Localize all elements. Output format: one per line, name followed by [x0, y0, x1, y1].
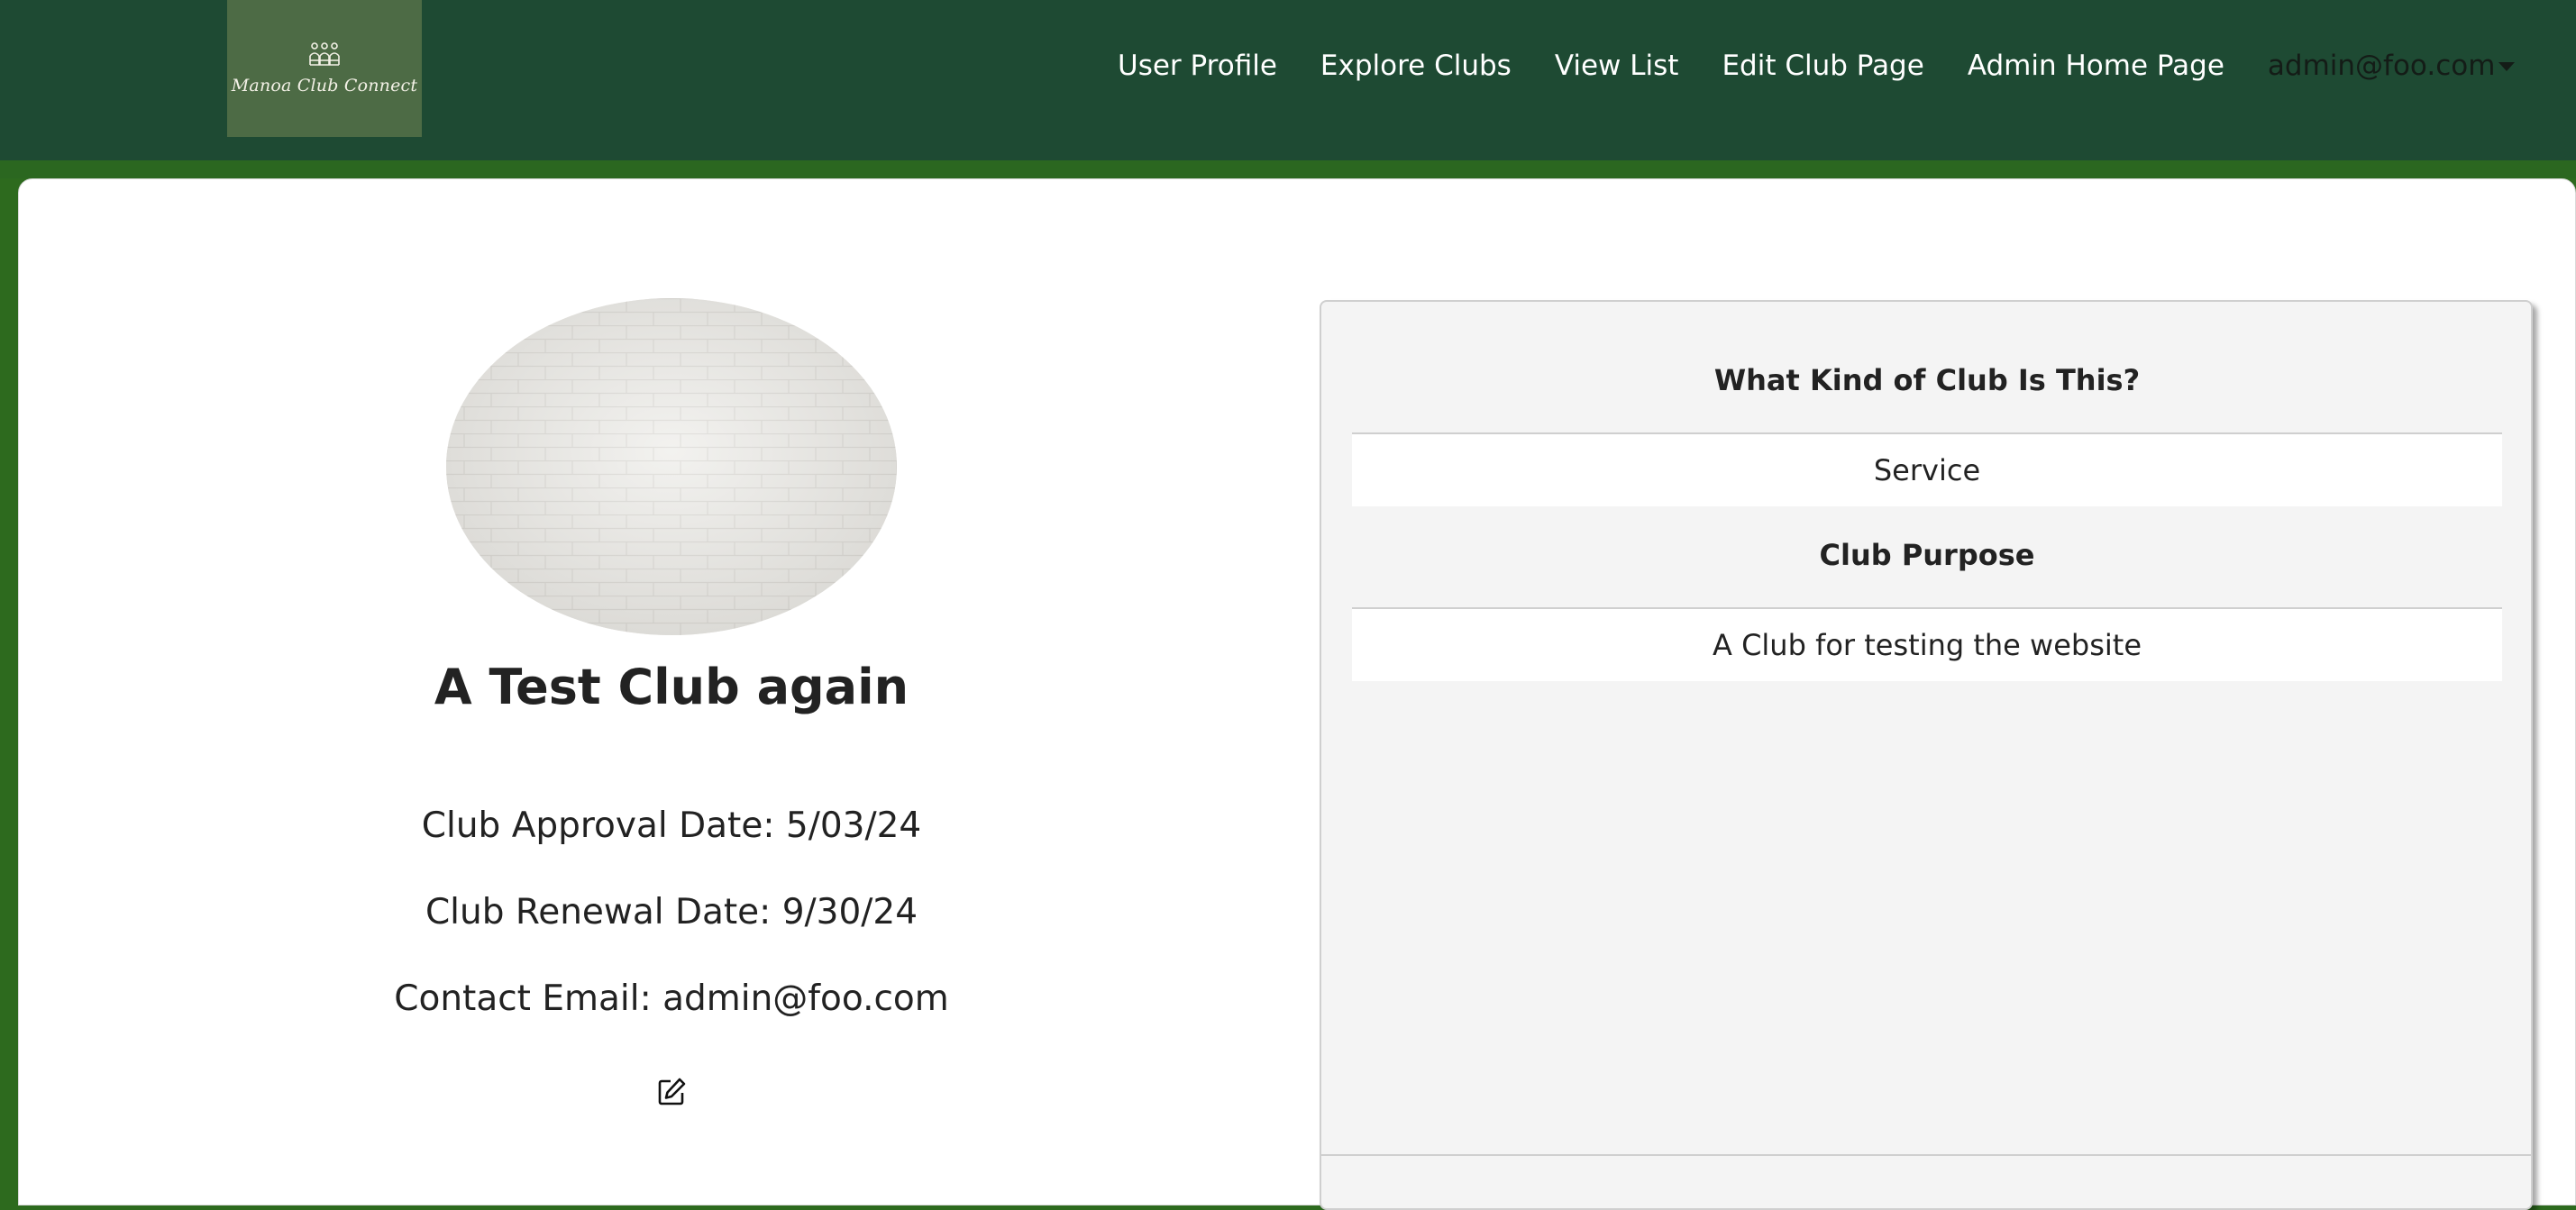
club-name: A Test Club again	[434, 659, 909, 715]
nav-user-profile[interactable]: User Profile	[1118, 50, 1277, 82]
people-group-icon	[309, 42, 340, 66]
club-purpose-value: A Club for testing the website	[1352, 607, 2502, 681]
edit-icon[interactable]	[656, 1077, 687, 1107]
club-approval-date: Club Approval Date: 5/03/24	[421, 805, 922, 846]
club-kind-value: Service	[1352, 432, 2502, 506]
club-photo	[446, 298, 897, 635]
panel-divider	[1321, 1154, 2531, 1156]
navbar-divider	[0, 160, 2576, 178]
club-page-card: A Test Club again Club Approval Date: 5/…	[18, 178, 2576, 1210]
brick-wall-photo-icon	[446, 298, 897, 635]
site-logo[interactable]: Manoa Club Connect	[227, 0, 422, 137]
club-contact-email: Contact Email: admin@foo.com	[394, 978, 949, 1019]
nav-edit-club-page[interactable]: Edit Club Page	[1722, 50, 1923, 82]
club-purpose-heading: Club Purpose	[1819, 538, 2035, 572]
nav-explore-clubs[interactable]: Explore Clubs	[1320, 50, 1512, 82]
nav-admin-home-page[interactable]: Admin Home Page	[1968, 50, 2224, 82]
user-menu-dropdown[interactable]: admin@foo.com	[2268, 50, 2516, 82]
chevron-down-icon	[2498, 62, 2516, 71]
club-details-panel: What Kind of Club Is This? Service Club …	[1320, 300, 2533, 1210]
nav-links: User Profile Explore Clubs View List Edi…	[1118, 45, 2516, 86]
club-renewal-date: Club Renewal Date: 9/30/24	[425, 892, 918, 933]
navbar: Manoa Club Connect User Profile Explore …	[0, 0, 2576, 160]
logo-text: Manoa Club Connect	[231, 76, 418, 96]
club-kind-heading: What Kind of Club Is This?	[1713, 363, 2141, 397]
nav-view-list[interactable]: View List	[1555, 50, 1679, 82]
user-menu-label: admin@foo.com	[2267, 50, 2496, 82]
